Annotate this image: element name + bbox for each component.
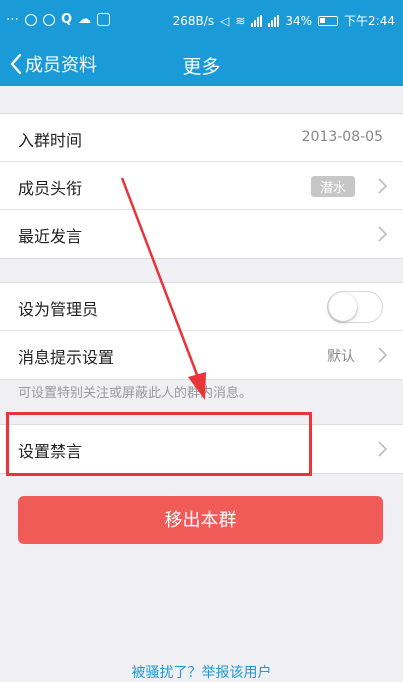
report-user-link[interactable]: 被骚扰了？举报该用户 (0, 662, 403, 682)
remove-from-group-button[interactable]: 移出本群 (18, 496, 383, 544)
annotation-arrow (120, 177, 206, 400)
